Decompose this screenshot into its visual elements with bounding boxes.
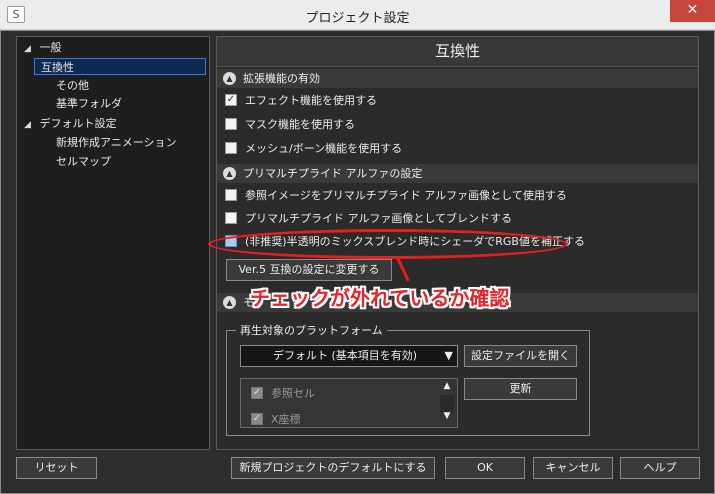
platform-group-label: 再生対象のプラットフォーム [236,322,387,338]
open-settings-file-button[interactable]: 設定ファイルを開く [464,345,577,367]
dropdown-arrow-icon: ▼ [444,349,453,362]
option-effects[interactable]: エフェクト機能を使用する [225,92,377,110]
scroll-up-icon[interactable]: ▲ [440,381,454,395]
section-premultiplied[interactable]: ▲ プリマルチプライド アルファの設定 [217,164,698,183]
checkbox-mask[interactable] [225,118,237,130]
annotation-text: チェックが外れているか確認 [250,286,510,310]
checkbox-ref-cell[interactable] [251,387,263,399]
option-mask[interactable]: マスク機能を使用する [225,116,355,134]
panel-title: 互換性 [217,37,698,67]
list-item[interactable]: X座標 [251,410,301,427]
tree-item-general[interactable]: ◢ 一般 [24,39,62,56]
platform-feature-list: 参照セル X座標 [240,378,458,428]
title-bar: S プロジェクト設定 ✕ [0,0,715,30]
checkbox-blend-premult[interactable] [225,212,237,224]
collapse-up-icon[interactable]: ▲ [223,72,236,85]
reset-button[interactable]: リセット [16,457,97,479]
platform-dropdown[interactable]: デフォルト (基本項目を有効) ▼ [240,345,458,367]
option-blend-premult[interactable]: プリマルチプライド アルファ画像としてブレンドする [225,210,512,228]
cancel-button[interactable]: キャンセル [533,457,613,479]
expand-arrow-icon[interactable]: ◢ [24,41,36,58]
tree-item-other[interactable]: その他 [56,77,89,94]
tree-item-compatibility[interactable]: 互換性 [34,58,206,75]
set-project-default-button[interactable]: 新規プロジェクトのデフォルトにする [231,457,435,479]
tree-item-cell-map[interactable]: セルマップ [56,153,111,170]
scroll-down-icon[interactable]: ▼ [440,411,454,425]
close-button[interactable]: ✕ [670,0,715,22]
ver5-compat-button[interactable]: Ver.5 互換の設定に変更する [226,259,392,281]
window-title: プロジェクト設定 [305,11,410,26]
option-mesh-bone[interactable]: メッシュ/ボーン機能を使用する [225,140,402,158]
checkbox-ref-image-premult[interactable] [225,189,237,201]
option-ref-image-premult[interactable]: 参照イメージをプリマルチプライド アルファ画像として使用する [225,187,567,205]
tree-item-base-folder[interactable]: 基準フォルダ [56,95,122,112]
ok-button[interactable]: OK [445,457,525,479]
collapse-up-icon[interactable]: ▲ [223,296,236,309]
highlight-ellipse [208,229,568,259]
checkbox-effects[interactable] [225,94,237,106]
help-button[interactable]: ヘルプ [620,457,700,479]
list-item[interactable]: 参照セル [251,384,315,404]
tree-item-new-animation[interactable]: 新規作成アニメーション [56,134,177,151]
checkbox-mesh-bone[interactable] [225,142,237,154]
section-extensions[interactable]: ▲ 拡張機能の有効 [217,69,698,88]
tree-item-default-settings[interactable]: ◢ デフォルト設定 [24,115,117,132]
collapse-up-icon[interactable]: ▲ [223,167,236,180]
update-button[interactable]: 更新 [464,378,577,400]
expand-arrow-icon[interactable]: ◢ [24,117,36,134]
checkbox-x-coord[interactable] [251,413,263,425]
